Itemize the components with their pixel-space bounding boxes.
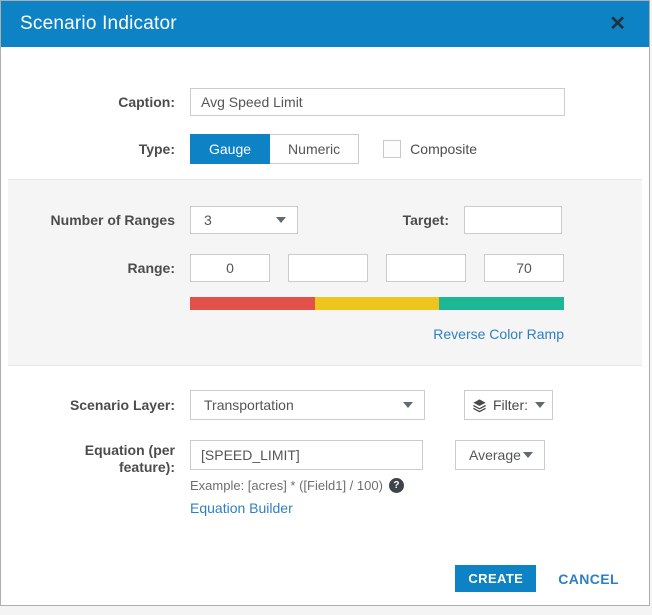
cancel-button[interactable]: CANCEL: [558, 571, 619, 587]
number-of-ranges-label: Number of Ranges: [8, 212, 175, 228]
range-input-4[interactable]: [484, 254, 564, 282]
range-input-1[interactable]: [190, 254, 270, 282]
equation-example-row: Example: [acres] * ([Field1] / 100) ?: [190, 478, 545, 493]
type-toggle: Gauge Numeric: [190, 134, 359, 164]
reverse-ramp-row: Reverse Color Ramp: [190, 326, 564, 344]
equation-example-text: Example: [acres] * ([Field1] / 100): [190, 478, 383, 493]
type-numeric-button[interactable]: Numeric: [270, 134, 359, 164]
number-of-ranges-select[interactable]: 3: [190, 206, 298, 234]
scenario-layer-label: Scenario Layer:: [1, 397, 175, 413]
composite-label: Composite: [410, 141, 477, 157]
chevron-down-icon: [535, 402, 545, 408]
number-of-ranges-value: 3: [204, 212, 212, 228]
color-ramp-segment-green: [439, 297, 564, 310]
layers-icon: [472, 398, 487, 413]
equation-input[interactable]: [190, 440, 423, 470]
aggregation-value: Average: [469, 447, 521, 463]
color-ramp-segment-red: [190, 297, 315, 310]
type-label: Type:: [1, 141, 175, 157]
range-row: Range:: [8, 254, 642, 282]
target-label: Target:: [403, 212, 449, 228]
equation-builder-link[interactable]: Equation Builder: [190, 500, 545, 516]
range-input-3[interactable]: [386, 254, 466, 282]
help-icon[interactable]: ?: [389, 478, 404, 493]
color-ramp-segment-yellow: [315, 297, 440, 310]
caption-input[interactable]: [190, 88, 565, 116]
dialog-header: Scenario Indicator ✕: [1, 1, 649, 47]
aggregation-select[interactable]: Average: [455, 440, 545, 470]
dialog-title: Scenario Indicator: [20, 13, 177, 35]
target-input[interactable]: [464, 206, 562, 234]
color-ramp: [190, 297, 564, 310]
equation-label: Equation (perfeature):: [1, 440, 175, 476]
equation-column: Average Example: [acres] * ([Field1] / 1…: [190, 440, 545, 516]
type-gauge-button[interactable]: Gauge: [190, 134, 270, 164]
chevron-down-icon: [276, 217, 286, 223]
chevron-down-icon: [523, 452, 533, 458]
number-of-ranges-row: Number of Ranges 3 Target:: [8, 206, 642, 234]
range-label: Range:: [8, 260, 175, 276]
close-icon[interactable]: ✕: [605, 12, 630, 36]
reverse-color-ramp-link[interactable]: Reverse Color Ramp: [433, 326, 564, 342]
equation-row: Equation (perfeature): Average Example: …: [1, 440, 649, 516]
type-row: Type: Gauge Numeric Composite: [1, 134, 649, 164]
dialog-footer: CREATE CANCEL: [455, 565, 649, 592]
scenario-layer-value: Transportation: [204, 397, 294, 413]
caption-label: Caption:: [1, 94, 175, 110]
chevron-down-icon: [403, 402, 413, 408]
filter-label: Filter:: [493, 397, 528, 413]
caption-row: Caption:: [1, 88, 649, 116]
composite-checkbox[interactable]: [383, 140, 401, 158]
scenario-indicator-dialog: Scenario Indicator ✕ Caption: Type: Gaug…: [0, 0, 650, 606]
ranges-panel: Number of Ranges 3 Target: Range: Revers…: [8, 179, 642, 366]
filter-button[interactable]: Filter:: [464, 390, 553, 420]
scenario-layer-row: Scenario Layer: Transportation Filter:: [1, 390, 649, 420]
scenario-layer-select[interactable]: Transportation: [190, 390, 425, 420]
range-input-2[interactable]: [288, 254, 368, 282]
create-button[interactable]: CREATE: [455, 565, 536, 592]
